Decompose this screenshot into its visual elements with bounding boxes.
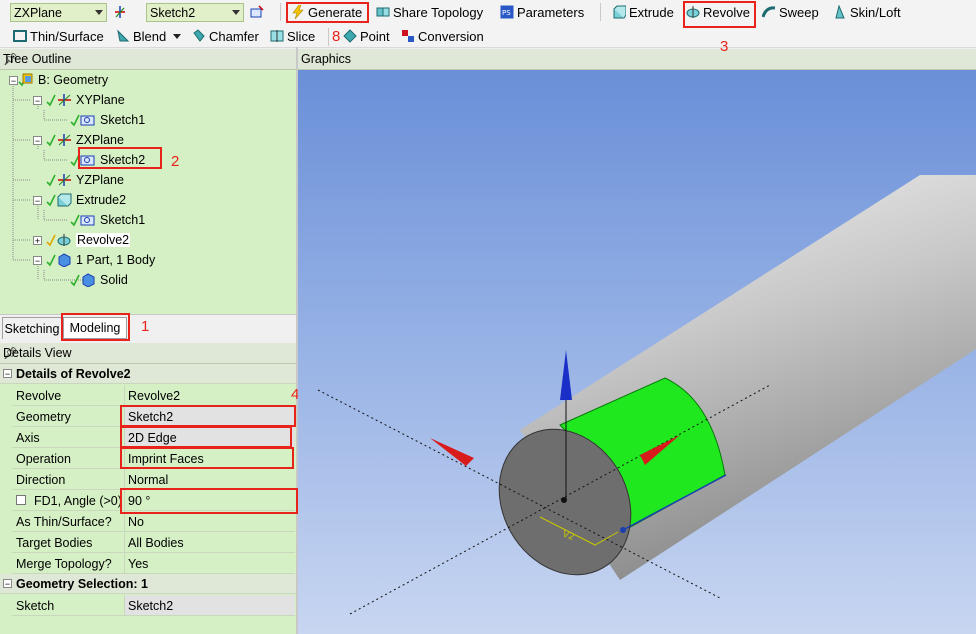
annotation-label-3: 3 [720, 38, 729, 55]
slice-button[interactable]: Slice [270, 26, 315, 46]
toolbar-separator [280, 3, 281, 21]
share-topology-icon [376, 7, 390, 17]
axis-plane-icon [115, 6, 125, 18]
sweep-icon [762, 6, 776, 18]
skin-loft-button[interactable]: Skin/Loft [833, 2, 901, 22]
chevron-down-icon[interactable] [173, 33, 182, 39]
details-row-direction[interactable]: Direction Normal [12, 469, 295, 490]
tree-item-extrude2[interactable]: Extrude2 [46, 191, 126, 209]
extrude-icon [46, 193, 72, 207]
chamfer-icon [193, 29, 205, 42]
skin-loft-icon [835, 5, 845, 19]
collapse-toggle[interactable]: − [33, 196, 42, 206]
details-view-header: Details View 📌︎ [0, 343, 296, 364]
parameters-button[interactable]: PS Parameters [500, 2, 584, 22]
parameter-checkbox[interactable] [16, 495, 26, 505]
pin-icon[interactable]: 📌︎ [3, 52, 288, 66]
conversion-button[interactable]: Conversion [401, 26, 484, 46]
collapse-toggle[interactable]: − [3, 369, 12, 379]
chevron-down-icon [232, 10, 240, 15]
annotation-box-sketch2 [78, 147, 162, 169]
share-topology-button[interactable]: Share Topology [376, 2, 483, 22]
new-plane-button[interactable] [113, 2, 127, 22]
slice-icon [270, 30, 284, 42]
annotation-box-angle [120, 488, 298, 514]
collapse-toggle[interactable]: − [33, 96, 42, 106]
tree-outline: − B: Geometry − XYPlane Sketch1 − ZXPlan… [0, 70, 296, 314]
plane-icon [46, 94, 71, 107]
thin-surface-button[interactable]: Thin/Surface [13, 26, 104, 46]
main-toolbar: ZXPlane Sketch2 Generate Share Topology … [0, 0, 976, 26]
tree-item-parts[interactable]: 1 Part, 1 Body [46, 251, 155, 269]
point-icon [343, 29, 357, 43]
origin-point [561, 497, 567, 503]
new-sketch-button[interactable] [250, 2, 264, 22]
chevron-down-icon [95, 10, 103, 15]
tree-connector-lines [12, 84, 86, 281]
details-section-header[interactable]: − Details of Revolve2 [0, 364, 296, 384]
collapse-toggle[interactable]: − [9, 76, 18, 86]
collapse-toggle[interactable]: − [3, 579, 12, 589]
y-axis-arrow-icon [560, 350, 572, 400]
plane-icon [46, 134, 71, 147]
annotation-box-modeling [61, 313, 130, 341]
sketch-icon [70, 214, 95, 227]
expand-toggle[interactable]: + [33, 236, 42, 246]
extrude-button[interactable]: Extrude [612, 2, 674, 22]
tab-sketching[interactable]: Sketching [2, 317, 62, 339]
tree-outline-header: Tree Outline 📌︎ [0, 49, 296, 70]
revolve-icon [46, 234, 71, 247]
feature-toolbar: Thin/Surface Blend Chamfer Slice Point C… [0, 25, 976, 48]
point-button[interactable]: Point [343, 26, 390, 46]
x-axis-arrow-icon [430, 438, 474, 466]
parameters-icon: PS [500, 5, 514, 19]
new-sketch-icon [250, 5, 264, 18]
annotation-label-1: 1 [141, 318, 150, 335]
sketch-icon [70, 114, 95, 127]
annotation-box-generate [286, 2, 369, 23]
model-view: V2 [317, 175, 976, 615]
thin-surface-icon [13, 30, 27, 42]
details-row-target-bodies[interactable]: Target Bodies All Bodies [12, 532, 295, 553]
chamfer-button[interactable]: Chamfer [192, 26, 259, 46]
details-row-revolve[interactable]: Revolve Revolve2 [12, 385, 295, 406]
tree-item-sketch1[interactable]: Sketch1 [70, 111, 145, 129]
annotation-box-axis [120, 426, 292, 448]
sweep-button[interactable]: Sweep [762, 2, 819, 22]
toolbar-separator [328, 28, 329, 46]
graphics-header: Graphics [298, 49, 976, 70]
tree-item-solid[interactable]: Solid [70, 271, 128, 289]
details-row-merge-topology[interactable]: Merge Topology? Yes [12, 553, 295, 574]
sketch-vertex[interactable] [620, 527, 626, 533]
annotation-box-revolve [683, 1, 756, 28]
solid-body-icon [70, 273, 95, 287]
annotation-label-8: 8 [332, 28, 341, 45]
svg-text:PS: PS [502, 9, 511, 17]
tree-item-geometry[interactable]: B: Geometry [18, 71, 108, 89]
details-row-thin-surface[interactable]: As Thin/Surface? No [12, 511, 295, 532]
blend-icon [117, 29, 130, 42]
part-body-icon [46, 253, 71, 267]
geometry-icon [18, 73, 33, 87]
pin-icon[interactable]: 📌︎ [3, 346, 288, 360]
annotation-box-geometry [120, 405, 296, 427]
plane-icon [46, 174, 71, 187]
tree-item-revolve2[interactable]: Revolve2 [46, 231, 131, 249]
details-row-sketch[interactable]: Sketch Sketch2 [12, 595, 295, 616]
plane-select[interactable]: ZXPlane [10, 3, 107, 22]
tree-item-extrude-sketch1[interactable]: Sketch1 [70, 211, 145, 229]
tree-item-yzplane[interactable]: YZPlane [46, 171, 124, 189]
geometry-selection-header[interactable]: − Geometry Selection: 1 [0, 574, 296, 594]
graphics-viewport[interactable]: V2 [298, 70, 976, 634]
toolbar-separator [600, 3, 601, 21]
blend-button[interactable]: Blend [116, 26, 182, 46]
annotation-label-2: 2 [171, 153, 180, 170]
extrude-icon [613, 5, 626, 19]
annotation-box-operation [120, 447, 294, 469]
tree-item-xyplane[interactable]: XYPlane [46, 91, 125, 109]
collapse-toggle[interactable]: − [33, 256, 42, 266]
conversion-icon [402, 30, 414, 42]
collapse-toggle[interactable]: − [33, 136, 42, 146]
sketch-select[interactable]: Sketch2 [146, 3, 244, 22]
